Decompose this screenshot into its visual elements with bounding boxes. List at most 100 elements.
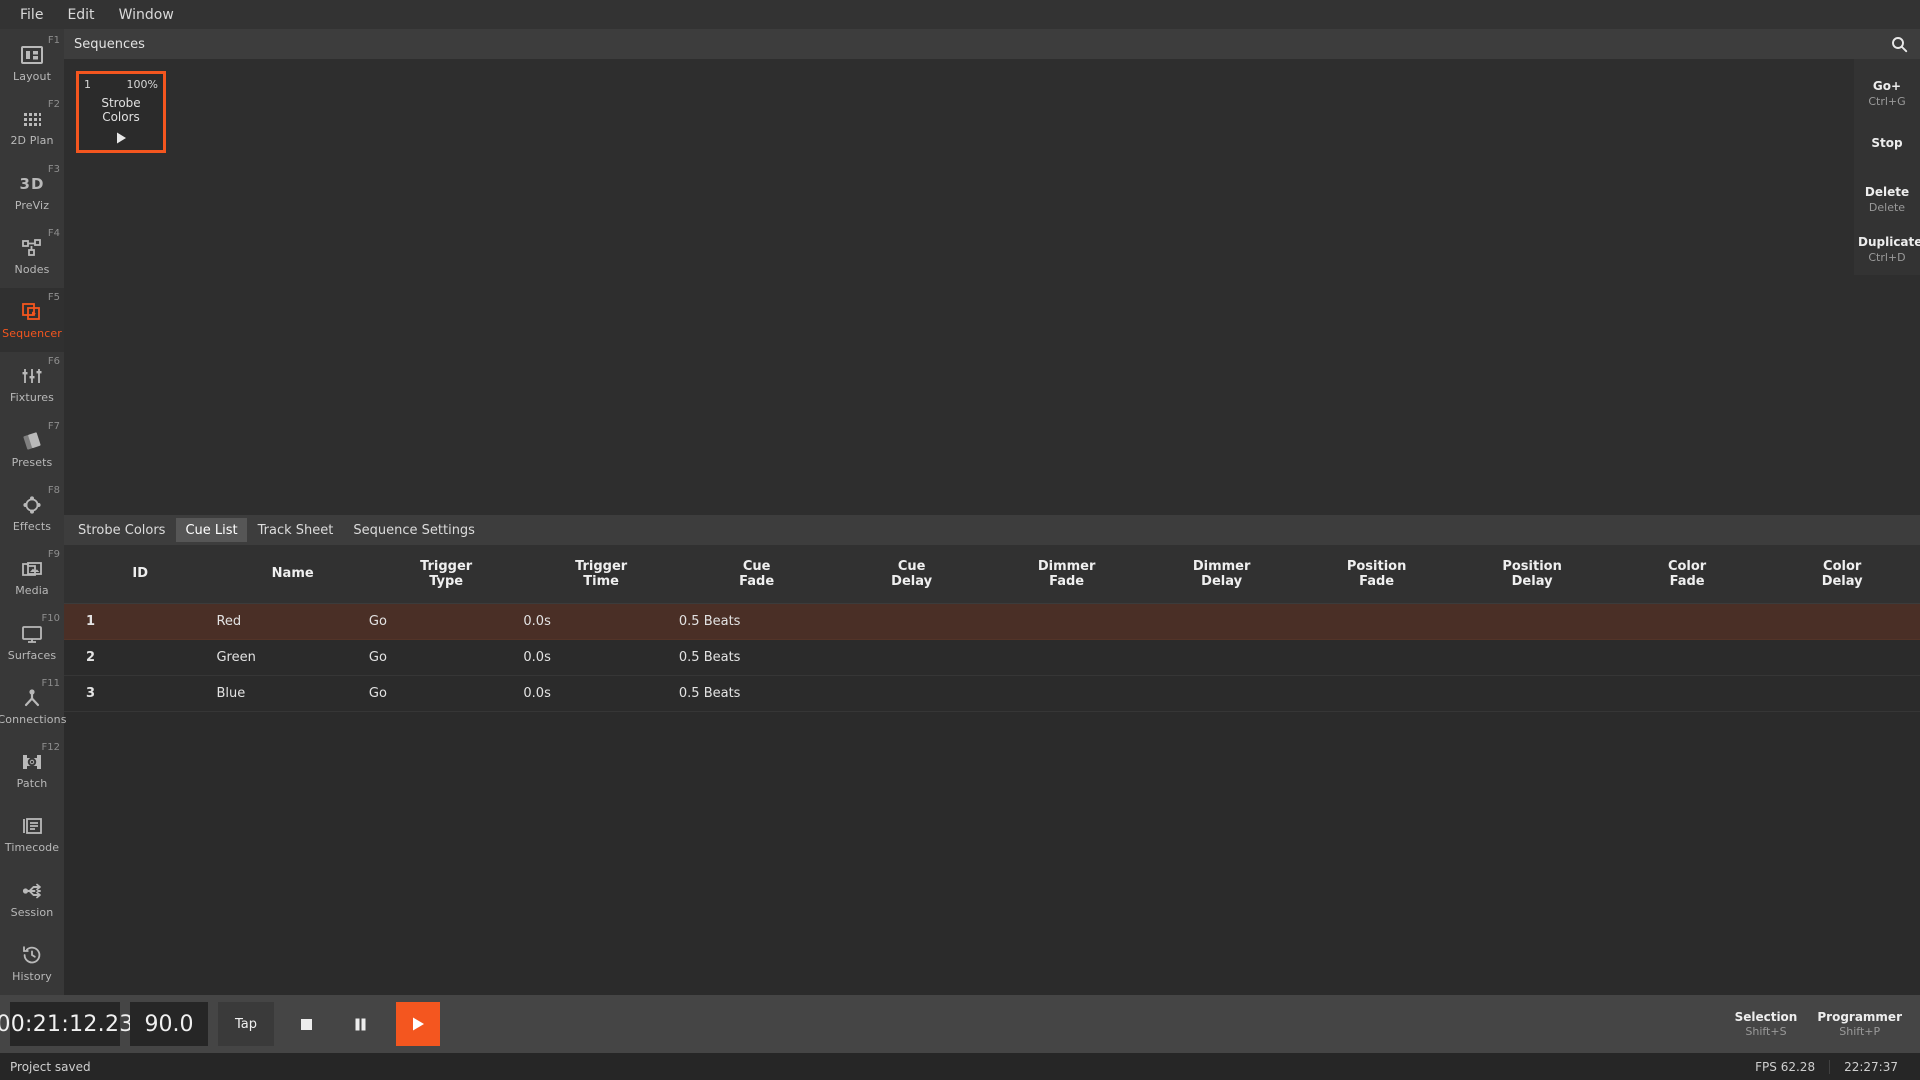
play-icon[interactable] bbox=[396, 1002, 440, 1046]
cell-color-fade[interactable] bbox=[1609, 675, 1765, 712]
timecode-display[interactable]: 00:21:12.23 bbox=[0, 1002, 133, 1046]
sidebar-item-layout[interactable]: F1 Layout bbox=[0, 31, 64, 95]
cell-color-delay[interactable] bbox=[1764, 675, 1920, 712]
cell-cue-delay[interactable] bbox=[834, 639, 989, 676]
column-header-trigger-type[interactable]: Trigger Type bbox=[368, 545, 524, 604]
cell-dimmer-delay[interactable] bbox=[1144, 603, 1299, 640]
tab-cue-list[interactable]: Cue List bbox=[176, 518, 247, 542]
pause-icon[interactable] bbox=[338, 1002, 382, 1046]
panel-title: Sequences bbox=[74, 36, 145, 52]
bpm-display[interactable]: 90.0 bbox=[130, 1002, 208, 1046]
sidebar-item-fixtures[interactable]: F6 Fixtures bbox=[0, 352, 64, 416]
cell-cue-delay[interactable] bbox=[834, 603, 989, 640]
cell-cue-fade[interactable]: 0.5 Beats bbox=[678, 603, 835, 640]
tap-button[interactable]: Tap bbox=[218, 1002, 274, 1046]
cell-position-delay[interactable] bbox=[1454, 675, 1610, 712]
programmer-button[interactable]: Programmer Shift+P bbox=[1809, 1004, 1910, 1045]
sidebar-item-patch[interactable]: F12 Patch bbox=[0, 738, 64, 802]
sequence-card-1[interactable]: 1 100% Strobe Colors bbox=[76, 71, 166, 153]
cell-position-fade[interactable] bbox=[1298, 603, 1455, 640]
cell-name[interactable]: Green bbox=[216, 639, 369, 676]
sidebar-fkey-nodes: F4 bbox=[47, 227, 60, 239]
cell-trigger-type[interactable]: Go bbox=[368, 639, 524, 676]
cell-color-fade[interactable] bbox=[1609, 639, 1765, 676]
sidebar-item-label: History bbox=[12, 969, 52, 983]
duplicate-button[interactable]: Duplicate Ctrl+D bbox=[1854, 225, 1920, 275]
tab-sequence-settings[interactable]: Sequence Settings bbox=[344, 518, 484, 542]
menu-window[interactable]: Window bbox=[107, 4, 186, 26]
go-plus-button[interactable]: Go+ Ctrl+G bbox=[1854, 69, 1920, 119]
cell-color-fade[interactable] bbox=[1609, 603, 1765, 640]
cell-name[interactable]: Blue bbox=[216, 675, 369, 712]
sidebar-item-sequencer[interactable]: F5 Sequencer bbox=[0, 288, 64, 353]
cell-name[interactable]: Red bbox=[216, 603, 369, 640]
sidebar-item-label: Sequencer bbox=[2, 327, 62, 341]
menu-edit[interactable]: Edit bbox=[55, 4, 106, 26]
stop-button[interactable]: Stop bbox=[1854, 119, 1920, 175]
cell-trigger-time[interactable]: 0.0s bbox=[523, 639, 679, 676]
media-icon bbox=[21, 557, 43, 581]
table-row[interactable]: 1 Red Go 0.0s 0.5 Beats bbox=[64, 603, 1920, 640]
sidebar-item-timecode[interactable]: Timecode bbox=[0, 802, 64, 866]
cell-dimmer-delay[interactable] bbox=[1144, 639, 1299, 676]
cell-trigger-type[interactable]: Go bbox=[368, 675, 524, 712]
table-row[interactable]: 3 Blue Go 0.0s 0.5 Beats bbox=[64, 675, 1920, 712]
sidebar-item-surfaces[interactable]: F10 Surfaces bbox=[0, 609, 64, 673]
sequence-card-name-line1: Strobe bbox=[101, 96, 141, 110]
cell-dimmer-fade[interactable] bbox=[988, 675, 1145, 712]
sidebar-item-session[interactable]: Session bbox=[0, 866, 64, 930]
column-header-cue-fade[interactable]: Cue Fade bbox=[678, 545, 835, 604]
column-header-trigger-time[interactable]: Trigger Time bbox=[523, 545, 679, 604]
menu-file[interactable]: File bbox=[8, 4, 55, 26]
cell-color-delay[interactable] bbox=[1764, 639, 1920, 676]
column-header-dimmer-fade[interactable]: Dimmer Fade bbox=[988, 545, 1145, 604]
cell-dimmer-fade[interactable] bbox=[988, 603, 1145, 640]
cell-position-fade[interactable] bbox=[1298, 639, 1455, 676]
cell-trigger-time[interactable]: 0.0s bbox=[523, 675, 679, 712]
sidebar-item-effects[interactable]: F8 Effects bbox=[0, 481, 64, 545]
connections-icon bbox=[21, 686, 43, 710]
column-header-id[interactable]: ID bbox=[64, 545, 217, 604]
cell-dimmer-fade[interactable] bbox=[988, 639, 1145, 676]
cell-trigger-type[interactable]: Go bbox=[368, 603, 524, 640]
stop-icon[interactable] bbox=[284, 1002, 328, 1046]
column-header-dimmer-delay[interactable]: Dimmer Delay bbox=[1144, 545, 1299, 604]
status-clock: 22:27:37 bbox=[1829, 1059, 1912, 1074]
col-line1: Cue bbox=[742, 558, 771, 574]
sidebar-item-label: Nodes bbox=[14, 262, 50, 276]
cell-dimmer-delay[interactable] bbox=[1144, 675, 1299, 712]
column-header-position-fade[interactable]: Position Fade bbox=[1298, 545, 1455, 604]
tab-track-sheet[interactable]: Track Sheet bbox=[249, 518, 343, 542]
sidebar-item-history[interactable]: History bbox=[0, 931, 64, 995]
play-icon[interactable] bbox=[79, 131, 163, 150]
column-header-color-fade[interactable]: Color Fade bbox=[1609, 545, 1765, 604]
delete-button[interactable]: Delete Delete bbox=[1854, 175, 1920, 225]
sidebar-fkey-media: F9 bbox=[47, 549, 60, 561]
cell-color-delay[interactable] bbox=[1764, 603, 1920, 640]
table-row[interactable]: 2 Green Go 0.0s 0.5 Beats bbox=[64, 639, 1920, 676]
column-header-color-delay[interactable]: Color Delay bbox=[1764, 545, 1920, 604]
sidebar-item-presets[interactable]: F7 Presets bbox=[0, 417, 64, 481]
cell-cue-delay[interactable] bbox=[834, 675, 989, 712]
sidebar-item-nodes[interactable]: F4 Nodes bbox=[0, 224, 64, 288]
sidebar-item-label: Patch bbox=[16, 777, 48, 791]
tab-strobe-colors[interactable]: Strobe Colors bbox=[69, 518, 174, 542]
cell-cue-fade[interactable]: 0.5 Beats bbox=[678, 675, 835, 712]
search-icon[interactable] bbox=[1884, 31, 1914, 57]
cue-table-header-row: ID Name Trigger Type Trigger Time Cue Fa… bbox=[64, 545, 1920, 604]
cell-trigger-time[interactable]: 0.0s bbox=[523, 603, 679, 640]
column-header-cue-delay[interactable]: Cue Delay bbox=[834, 545, 989, 604]
sidebar-item-connections[interactable]: F11 Connections bbox=[0, 674, 66, 738]
cell-position-fade[interactable] bbox=[1298, 675, 1455, 712]
cell-cue-fade[interactable]: 0.5 Beats bbox=[678, 639, 835, 676]
cell-position-delay[interactable] bbox=[1454, 639, 1610, 676]
grid-icon bbox=[21, 107, 43, 131]
column-header-name[interactable]: Name bbox=[216, 545, 369, 604]
cell-position-delay[interactable] bbox=[1454, 603, 1610, 640]
column-header-position-delay[interactable]: Position Delay bbox=[1454, 545, 1610, 604]
main-column: Sequences 1 100% Strobe Colors Go+ Ctrl+… bbox=[64, 29, 1920, 995]
sidebar-item-previz[interactable]: F3 3D PreViz bbox=[0, 160, 64, 224]
sidebar-item-media[interactable]: F9 Media bbox=[0, 545, 64, 609]
selection-button[interactable]: Selection Shift+S bbox=[1727, 1004, 1806, 1045]
sidebar-item-2d-plan[interactable]: F2 2D Plan bbox=[0, 95, 64, 159]
